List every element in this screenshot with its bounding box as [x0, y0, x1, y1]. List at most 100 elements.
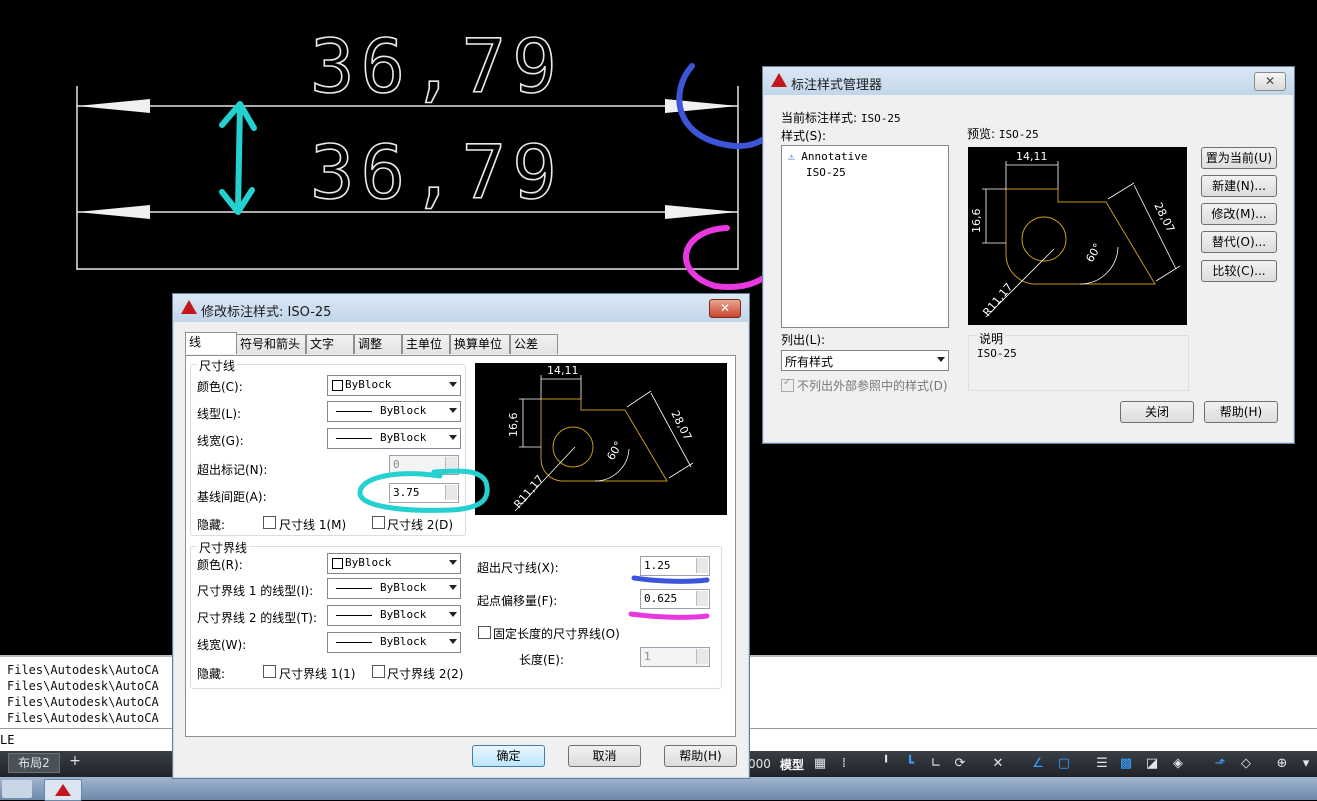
manager-close-button[interactable]: ✕: [1254, 72, 1286, 91]
dim-color-select[interactable]: ByBlock: [327, 375, 461, 396]
ext-lineweight-select[interactable]: ByBlock: [327, 632, 461, 653]
tab-fit[interactable]: 调整: [354, 334, 402, 354]
command-history-line: Files\Autodesk\AutoCA: [7, 695, 159, 709]
workspace-icon[interactable]: ◇: [1238, 756, 1254, 772]
tab-primary-units[interactable]: 主单位: [402, 334, 450, 354]
spinner-arrows-icon[interactable]: [445, 485, 457, 500]
autocad-taskbar-icon[interactable]: [44, 779, 82, 801]
style-list-item[interactable]: ISO-25: [806, 166, 846, 179]
chevron-down-icon: [449, 408, 457, 413]
style-list-item[interactable]: ⚠ Annotative: [788, 150, 867, 163]
exclude-xref-label: 不列出外部参照中的样式(D): [797, 379, 948, 393]
coordinate-readout: 000: [748, 757, 771, 771]
baseline-spacing-spinner[interactable]: 3.75: [389, 483, 459, 503]
dim-lineweight-select[interactable]: ByBlock: [327, 428, 461, 449]
spinner-arrows-icon: [696, 649, 708, 664]
preview-caption: 预览:: [967, 127, 996, 141]
compare-style-button[interactable]: 比较(C)...: [1201, 260, 1277, 282]
chevron-down-icon: [449, 585, 457, 590]
suppress-ext2-checkbox[interactable]: [372, 665, 385, 678]
suppress-dimline1-checkbox[interactable]: [263, 516, 276, 529]
color-swatch: [332, 558, 343, 569]
linetype-sample: [336, 411, 372, 412]
dyn-input-icon[interactable]: ▢: [1056, 756, 1072, 772]
origin-offset-spinner[interactable]: 0.625: [640, 589, 710, 609]
manager-titlebar[interactable]: 标注样式管理器 ✕: [763, 67, 1294, 95]
ok-button[interactable]: 确定: [472, 745, 545, 767]
osnap-icon[interactable]: ✕: [990, 756, 1006, 772]
tab-lines[interactable]: 线: [185, 332, 237, 354]
preview-dim-radius: R11,17: [980, 281, 1015, 319]
override-style-button[interactable]: 替代(O)...: [1201, 231, 1277, 253]
suppress-dimline2-checkbox[interactable]: [372, 516, 385, 529]
customize-icon[interactable]: ▾: [1298, 756, 1314, 772]
chevron-down-icon: [937, 357, 945, 362]
help-button[interactable]: 帮助(H): [664, 745, 737, 767]
styles-listbox[interactable]: ⚠ Annotative ISO-25: [781, 145, 949, 328]
tab-alternate-units[interactable]: 换算单位: [450, 334, 510, 354]
arrowhead: [665, 205, 738, 219]
list-label: 列出(L):: [781, 333, 826, 347]
ext2-linetype-select[interactable]: ByBlock: [327, 605, 461, 626]
extension-lines-group-label: 尺寸界线: [197, 539, 250, 556]
selection-cycling-icon[interactable]: ▩: [1118, 756, 1134, 772]
annotative-icon: ⚠: [788, 150, 795, 163]
modify-close-button[interactable]: ✕: [709, 299, 741, 318]
isodraft-icon[interactable]: ⟳: [952, 756, 968, 772]
ext2-linetype-value: ByBlock: [380, 608, 427, 621]
polar-icon[interactable]: ∟: [928, 756, 944, 772]
spinner-arrows-icon[interactable]: [696, 558, 708, 573]
fixed-length-checkbox[interactable]: [478, 626, 491, 639]
extend-beyond-spinner[interactable]: 1.25: [640, 556, 710, 576]
snap-icon[interactable]: ⁞: [836, 756, 852, 772]
annotation-scale-icon[interactable]: ⊕: [1274, 756, 1290, 772]
linetype-sample: [336, 615, 372, 616]
modify-style-button[interactable]: 修改(M)...: [1201, 203, 1277, 225]
cancel-button[interactable]: 取消: [568, 745, 641, 767]
origin-offset-label: 起点偏移量(F):: [477, 594, 558, 608]
add-layout-button[interactable]: +: [66, 753, 84, 769]
ext-suppress-label: 隐藏:: [197, 667, 226, 681]
extend-ticks-spinner: 0: [389, 455, 459, 475]
dim-linetype-select[interactable]: ByBlock: [327, 401, 461, 422]
help-button[interactable]: 帮助(H): [1204, 401, 1278, 423]
dim-suppress-label: 隐藏:: [197, 518, 226, 532]
ext-color-select[interactable]: ByBlock: [327, 553, 461, 574]
suppress-ext2-label: 尺寸界线 2(2): [387, 667, 464, 681]
tab-text[interactable]: 文字: [306, 334, 354, 354]
close-button[interactable]: 关闭: [1120, 401, 1194, 423]
model-space-button[interactable]: 模型: [780, 756, 804, 773]
length-label: 长度(E):: [519, 653, 564, 667]
layout-tab[interactable]: 布局2: [8, 753, 60, 773]
preview-dim-top: 14,11: [547, 364, 579, 377]
arrowhead: [77, 99, 150, 113]
quickprops-icon[interactable]: ☰: [1094, 756, 1110, 772]
lineweight-sample: [336, 642, 372, 643]
infer-icon[interactable]: ╹: [878, 756, 894, 772]
length-spinner: 1: [640, 647, 710, 667]
explorer-taskbar-icon[interactable]: [2, 780, 32, 798]
tab-symbols-arrows[interactable]: 符号和箭头: [236, 334, 306, 354]
windows-taskbar: [0, 777, 1317, 801]
suppress-ext1-checkbox[interactable]: [263, 665, 276, 678]
grid-icon[interactable]: ▦: [812, 756, 828, 772]
lineweight-sample: [336, 438, 372, 439]
ext2-linetype-label: 尺寸界线 2 的线型(T):: [197, 611, 318, 625]
ucs-icon[interactable]: ⬏: [1212, 756, 1228, 772]
preview-dim-angle: 60°: [1083, 241, 1104, 264]
list-select[interactable]: 所有样式: [781, 350, 949, 371]
new-style-button[interactable]: 新建(N)...: [1201, 175, 1277, 197]
ext1-linetype-select[interactable]: ByBlock: [327, 578, 461, 599]
preview-label: 预览: ISO-25: [967, 125, 1039, 142]
set-current-button[interactable]: 置为当前(U): [1201, 147, 1277, 169]
manager-title: 标注样式管理器: [791, 78, 883, 93]
modify-preview-image: 14,11 16,6 28,07 60° R11,17: [475, 363, 727, 515]
exclude-xref-checkbox[interactable]: ✓: [781, 377, 794, 392]
annotation-monitor-icon[interactable]: ◪: [1144, 756, 1160, 772]
spinner-arrows-icon[interactable]: [696, 591, 708, 606]
3d-osnap-icon[interactable]: ◈: [1170, 756, 1186, 772]
ortho-icon[interactable]: ┗: [902, 756, 918, 772]
modify-titlebar[interactable]: 修改标注样式: ISO-25 ✕: [173, 294, 749, 322]
lineweight-icon[interactable]: ∠: [1030, 756, 1046, 772]
tab-tolerances[interactable]: 公差: [510, 334, 558, 354]
